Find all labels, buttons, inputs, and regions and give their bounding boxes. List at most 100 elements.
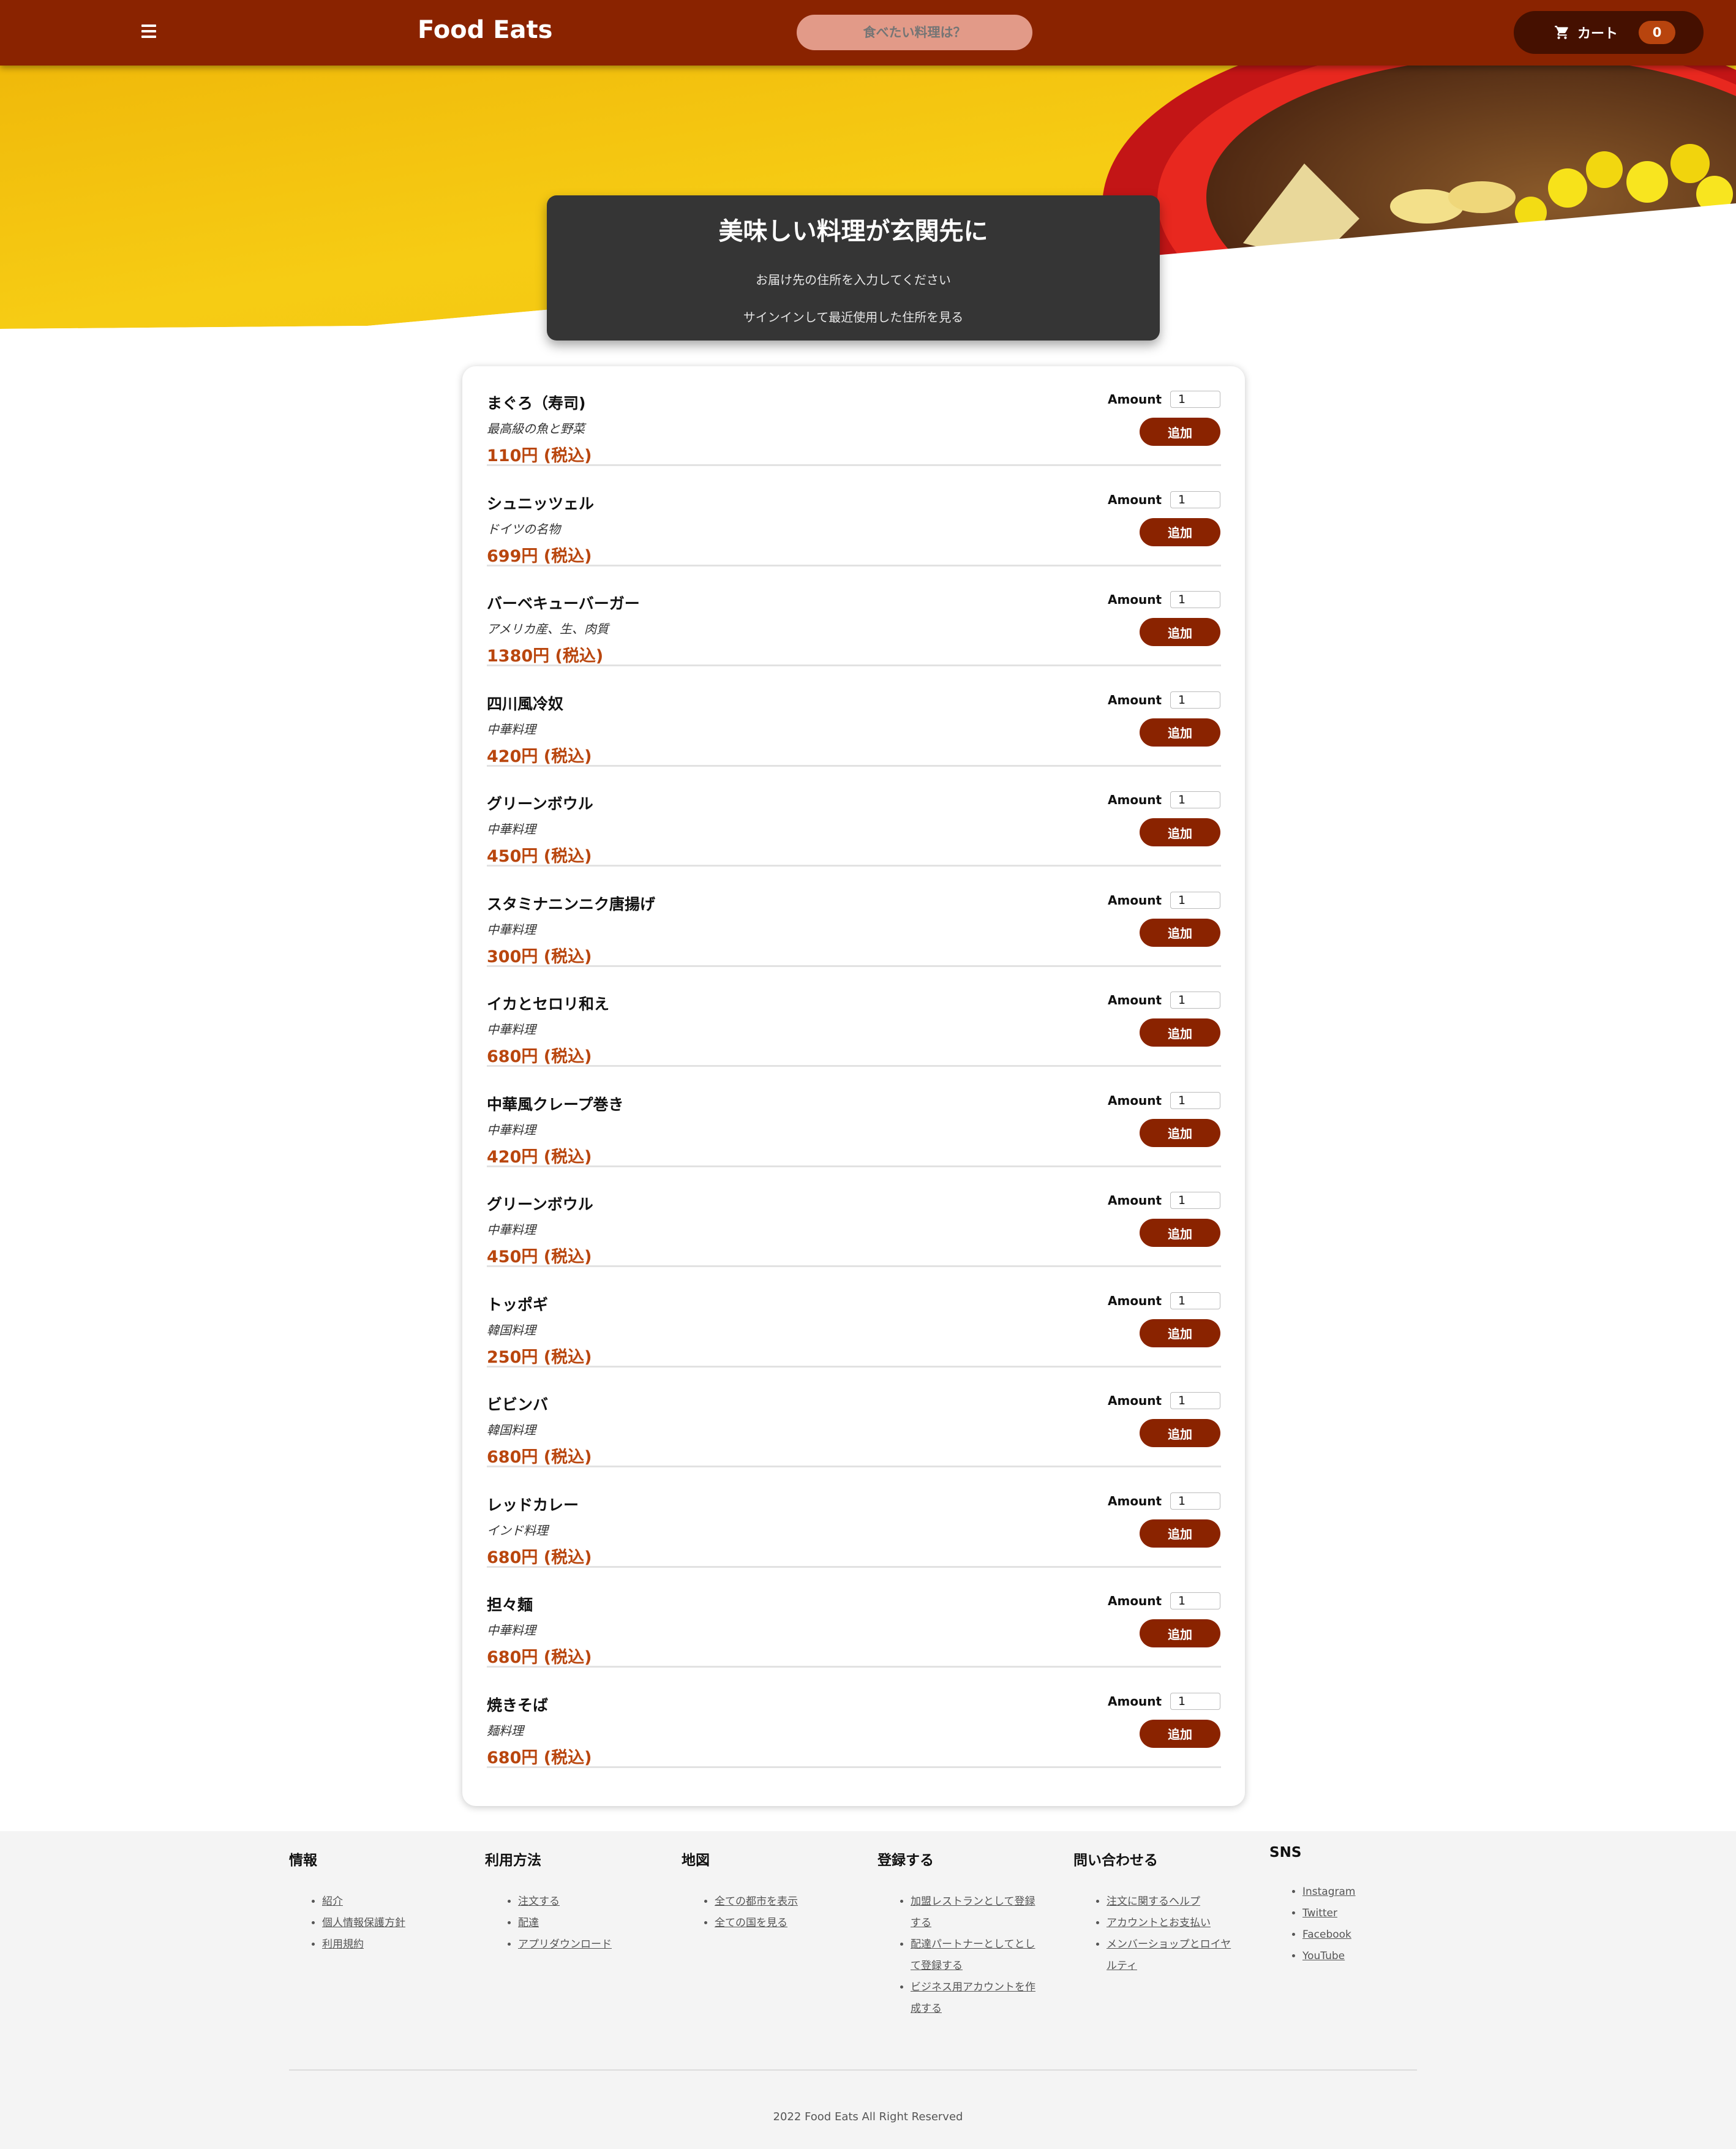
amount-input[interactable]: [1170, 891, 1220, 909]
add-to-cart-button[interactable]: 追加: [1140, 1018, 1220, 1047]
amount-input[interactable]: [1170, 992, 1220, 1009]
footer-link[interactable]: Instagram: [1302, 1881, 1441, 1903]
footer: 2022 Food Eats All Right Reserved 情報紹介個人…: [0, 1831, 1736, 2149]
item-description: 最高級の魚と野菜: [487, 421, 585, 436]
item-description: 中華料理: [487, 822, 536, 837]
item-price: 680円 (税込): [487, 1748, 592, 1767]
amount-input[interactable]: [1170, 391, 1220, 408]
amount-label: Amount: [1108, 1493, 1162, 1508]
add-to-cart-button[interactable]: 追加: [1140, 517, 1220, 546]
sign-in-link[interactable]: サインインして最近使用した住所を見る: [547, 307, 1160, 325]
footer-column-title: 問い合わせる: [1073, 1853, 1158, 1869]
add-to-cart-button[interactable]: 追加: [1140, 1319, 1220, 1347]
footer-link[interactable]: アカウントとお支払い: [1107, 1913, 1236, 1934]
amount-input[interactable]: [1170, 491, 1220, 508]
menu-item: 担々麺中華料理 680円 (税込) Amount 追加: [487, 1568, 1221, 1668]
footer-link[interactable]: ビジネス用アカウントを作成する: [911, 1977, 1040, 2020]
item-description: 中華料理: [487, 922, 536, 937]
menu-item: 中華風クレープ巻き中華料理 420円 (税込) Amount 追加: [487, 1067, 1221, 1167]
amount-input[interactable]: [1170, 1392, 1220, 1409]
amount-input[interactable]: [1170, 791, 1220, 808]
footer-link[interactable]: 利用規約: [322, 1934, 460, 1955]
item-name: シュニッツェル: [487, 494, 595, 513]
item-description: 中華料理: [487, 1022, 536, 1037]
add-to-cart-button[interactable]: 追加: [1140, 1118, 1220, 1147]
add-to-cart-button[interactable]: 追加: [1140, 718, 1220, 747]
footer-link[interactable]: 全ての都市を表示: [715, 1891, 853, 1913]
footer-link-list: 注文に関するヘルプアカウントとお支払いメンバーショップとロイヤルティ: [1107, 1891, 1236, 1977]
amount-input[interactable]: [1170, 1692, 1220, 1710]
item-description: 韓国料理: [487, 1322, 536, 1338]
footer-column-title: 情報: [289, 1853, 317, 1869]
item-description: 麺料理: [487, 1723, 524, 1738]
item-name: グリーンボウル: [487, 1195, 593, 1213]
hero-title: 美味しい料理が玄関先に: [718, 217, 988, 246]
item-name: 四川風冷奴: [487, 694, 564, 713]
add-to-cart-button[interactable]: 追加: [1140, 418, 1220, 446]
add-to-cart-button[interactable]: 追加: [1140, 1519, 1220, 1548]
item-price: 450円 (税込): [487, 1248, 592, 1266]
footer-link[interactable]: 紹介: [322, 1891, 460, 1913]
footer-link[interactable]: メンバーショップとロイヤルティ: [1107, 1934, 1236, 1977]
amount-input[interactable]: [1170, 1492, 1220, 1510]
item-price: 680円 (税込): [487, 1648, 592, 1667]
footer-link[interactable]: 加盟レストランとして登録する: [911, 1891, 1040, 1934]
add-to-cart-button[interactable]: 追加: [1140, 618, 1220, 646]
cart-button[interactable]: カート 0: [1514, 11, 1704, 54]
footer-link[interactable]: 個人情報保護方針: [322, 1913, 460, 1934]
menu-item: スタミナニンニク唐揚げ中華料理 300円 (税込) Amount 追加: [487, 867, 1221, 967]
amount-label: Amount: [1108, 1693, 1162, 1709]
amount-input[interactable]: [1170, 591, 1220, 608]
footer-divider: [289, 2069, 1417, 2071]
add-to-cart-button[interactable]: 追加: [1140, 1719, 1220, 1748]
footer-link-list: 加盟レストランとして登録する配達パートナーとしてとして登録するビジネス用アカウン…: [911, 1891, 1040, 2020]
footer-column: SNS InstagramTwitterFacebookYouTube: [1269, 1845, 1441, 1967]
amount-input[interactable]: [1170, 1192, 1220, 1209]
item-price: 680円 (税込): [487, 1548, 592, 1567]
amount-input[interactable]: [1170, 691, 1220, 709]
item-price: 699円 (税込): [487, 546, 592, 566]
footer-link[interactable]: 全ての国を見る: [715, 1913, 853, 1934]
footer-link[interactable]: 配達パートナーとしてとして登録する: [911, 1934, 1040, 1977]
item-description: アメリカ産、生、肉質: [487, 622, 609, 636]
add-to-cart-button[interactable]: 追加: [1140, 1419, 1220, 1447]
amount-input[interactable]: [1170, 1091, 1220, 1109]
amount-label: Amount: [1108, 492, 1162, 507]
amount-input[interactable]: [1170, 1292, 1220, 1309]
search-input[interactable]: [797, 15, 1032, 50]
menu-item: 四川風冷奴中華料理 420円 (税込) Amount 追加: [487, 667, 1221, 767]
amount-label: Amount: [1108, 1293, 1162, 1308]
menu-item: バーベキューバーガーアメリカ産、生、肉質 1380円 (税込) Amount 追加: [487, 566, 1221, 666]
menu-item: グリーンボウル中華料理 450円 (税込) Amount 追加: [487, 767, 1221, 867]
footer-link[interactable]: Twitter: [1302, 1903, 1441, 1924]
amount-label: Amount: [1108, 1193, 1162, 1208]
footer-column: 問い合わせる注文に関するヘルプアカウントとお支払いメンバーショップとロイヤルティ: [1073, 1848, 1236, 1977]
add-to-cart-button[interactable]: 追加: [1140, 918, 1220, 947]
footer-column: 利用方法注文する配達アプリダウンロード: [485, 1848, 656, 1955]
footer-link[interactable]: YouTube: [1302, 1946, 1441, 1967]
item-name: 担々麺: [487, 1596, 533, 1614]
add-to-cart-button[interactable]: 追加: [1140, 1219, 1220, 1247]
menu-icon[interactable]: [138, 24, 159, 40]
cart-icon: [1555, 26, 1568, 39]
footer-link[interactable]: 配達: [518, 1913, 656, 1934]
footer-link[interactable]: 注文に関するヘルプ: [1107, 1891, 1236, 1913]
footer-link[interactable]: 注文する: [518, 1891, 656, 1913]
item-price: 420円 (税込): [487, 747, 592, 766]
item-name: 中華風クレープ巻き: [487, 1095, 624, 1113]
amount-label: Amount: [1108, 1093, 1162, 1108]
amount-label: Amount: [1108, 1594, 1162, 1608]
menu-item: ビビンバ韓国料理 680円 (税込) Amount 追加: [487, 1368, 1221, 1467]
item-price: 450円 (税込): [487, 847, 592, 866]
add-to-cart-button[interactable]: 追加: [1140, 818, 1220, 846]
footer-column-title: 地図: [682, 1853, 710, 1869]
brand-logo[interactable]: Food Eats: [418, 16, 552, 44]
footer-link[interactable]: Facebook: [1302, 1924, 1441, 1946]
item-name: イカとセロリ和え: [487, 995, 610, 1013]
footer-link[interactable]: アプリダウンロード: [518, 1934, 656, 1955]
amount-input[interactable]: [1170, 1592, 1220, 1609]
add-to-cart-button[interactable]: 追加: [1140, 1619, 1220, 1647]
item-price: 110円 (税込): [487, 446, 592, 465]
footer-column: 登録する加盟レストランとして登録する配達パートナーとしてとして登録するビジネス用…: [877, 1848, 1040, 2020]
menu-item: トッポギ韓国料理 250円 (税込) Amount 追加: [487, 1268, 1221, 1368]
